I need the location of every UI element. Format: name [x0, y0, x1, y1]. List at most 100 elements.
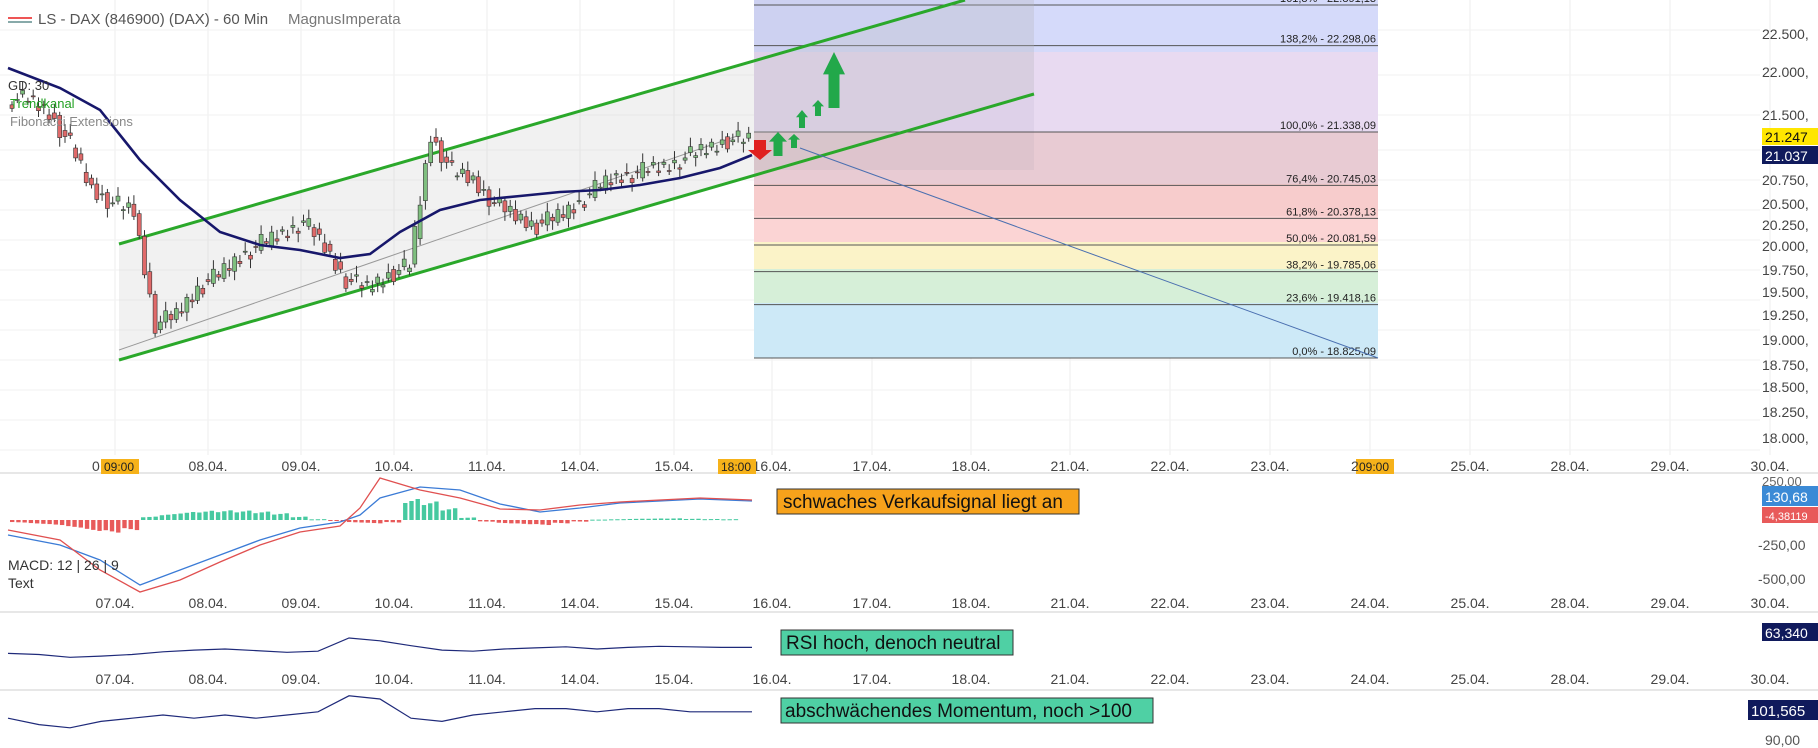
candle-body — [348, 279, 354, 282]
candle-body — [380, 284, 386, 288]
y-tick-7: 20.000, — [1762, 238, 1809, 254]
macd-bar — [446, 509, 452, 520]
candle-body — [619, 179, 624, 183]
rsi-line — [7, 637, 752, 658]
macd-bar — [147, 516, 152, 520]
candle-body — [279, 229, 285, 232]
macd-bar — [571, 520, 576, 522]
candle-body — [714, 150, 720, 153]
macd-bar — [484, 520, 489, 522]
y-tick-0: 22.500, — [1762, 26, 1809, 42]
y-tick-5: 20.500, — [1762, 196, 1809, 212]
candle-body — [650, 162, 656, 166]
macd-bar — [658, 518, 664, 520]
x-tick-rsi-0: 07.04. — [96, 671, 135, 687]
macd-bar — [577, 520, 583, 522]
x-tick-main-partial-13: 2 — [1351, 458, 1359, 474]
candle-body — [78, 153, 84, 161]
macd-bar — [203, 511, 208, 520]
x-tick-macd-6: 15.04. — [655, 595, 694, 611]
candle-body — [147, 271, 153, 295]
x-tick-rsi-4: 11.04. — [468, 671, 506, 687]
macd-bar — [471, 517, 477, 520]
macd-bar — [315, 519, 321, 521]
candle-body — [682, 157, 688, 161]
macd-bar — [671, 518, 676, 520]
candle-body — [725, 136, 730, 150]
candle-body — [227, 268, 232, 271]
y-tick-14: 18.250, — [1762, 404, 1809, 420]
x-tick-rsi-14: 25.04. — [1451, 671, 1490, 687]
rsi-value: 63,340 — [1765, 625, 1808, 641]
macd-bar — [172, 514, 177, 520]
macd-bar — [452, 508, 458, 520]
x-tick-rsi-1: 08.04. — [189, 671, 228, 687]
x-tick-macd-10: 21.04. — [1051, 595, 1090, 611]
macd-bar — [197, 512, 202, 520]
fib-label-3: 61,8% - 20.378,13 — [1286, 206, 1376, 218]
x-tick-rsi-17: 30.04. — [1751, 671, 1790, 687]
fib-band-3 — [754, 184, 1378, 216]
y-tick-2: 21.500, — [1762, 107, 1809, 123]
candle-body — [513, 209, 518, 222]
time-badge-label-0: 09:00 — [104, 460, 134, 474]
candle-body — [295, 230, 301, 234]
candle-body — [311, 227, 317, 237]
macd-bar — [328, 520, 333, 521]
candle-body — [94, 183, 100, 200]
macd-bar — [521, 520, 526, 524]
candle-body — [174, 308, 179, 320]
macd-bar — [297, 516, 302, 520]
x-tick-macd-5: 14.04. — [561, 595, 600, 611]
x-tick-rsi-7: 16.04. — [753, 671, 792, 687]
legend-trendkanal[interactable]: Trendkanal — [10, 96, 75, 111]
x-tick-macd-8: 17.04. — [853, 595, 892, 611]
macd-bar — [66, 520, 71, 527]
legend-ma[interactable]: GD: 30 — [8, 78, 49, 93]
fib-label-4: 50,0% - 20.081,59 — [1286, 233, 1376, 245]
candle-body — [449, 160, 455, 163]
y-tick-8: 19.750, — [1762, 262, 1809, 278]
macd-bar — [41, 520, 46, 524]
macd-tick-m250: -250,00 — [1758, 537, 1806, 553]
candle-body — [407, 267, 412, 272]
x-tick-macd-1: 08.04. — [189, 595, 228, 611]
macd-bar — [78, 520, 83, 528]
candle-body — [290, 225, 296, 228]
legend-fibonacci[interactable]: Fibonacci Extensions — [10, 114, 133, 129]
x-tick-main-15: 28.04. — [1551, 458, 1590, 474]
momentum-value: 101,565 — [1751, 703, 1805, 720]
y-tick-6: 20.250, — [1762, 217, 1809, 233]
candle-body — [677, 167, 683, 170]
candle-body — [608, 182, 614, 186]
macd-bar — [265, 511, 271, 520]
x-tick-rsi-16: 29.04. — [1651, 671, 1690, 687]
macd-bar — [215, 512, 221, 520]
macd-bar — [527, 520, 533, 525]
macd-bar — [97, 520, 102, 531]
x-tick-main-14: 25.04. — [1451, 458, 1490, 474]
chart-title: LS - DAX (846900) (DAX) - 60 Min — [38, 11, 268, 28]
macd-bar — [28, 520, 34, 524]
macd-bar — [365, 520, 371, 523]
x-tick-macd-15: 28.04. — [1551, 595, 1590, 611]
price-label-ma: 21.037 — [1765, 148, 1808, 164]
x-tick-rsi-15: 28.04. — [1551, 671, 1590, 687]
candle-body — [460, 168, 465, 174]
x-tick-macd-0: 07.04. — [96, 595, 135, 611]
candle-body — [433, 136, 439, 143]
candle-body — [523, 216, 529, 228]
macd-bar — [621, 519, 626, 521]
candle-body — [211, 268, 216, 284]
fib-band-7 — [754, 303, 1378, 358]
candle-body — [73, 147, 78, 159]
macd-bar — [708, 519, 714, 521]
macd-bar — [677, 518, 682, 520]
x-tick-main-9: 18.04. — [952, 458, 991, 474]
macd-bar — [247, 510, 252, 520]
macd-bar — [434, 501, 439, 520]
macd-bar — [334, 520, 339, 521]
macd-subtitle: Text — [8, 575, 34, 591]
candle-body — [693, 155, 699, 158]
fib-band-4 — [754, 216, 1378, 242]
